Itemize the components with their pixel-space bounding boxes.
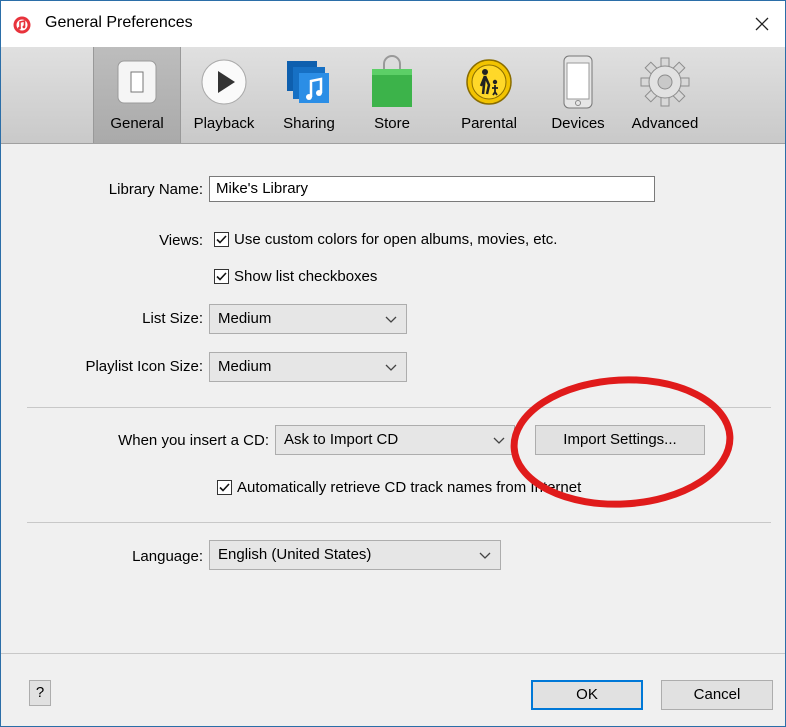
list-size-value: Medium: [218, 310, 272, 327]
list-checkboxes-label: Show list checkboxes: [234, 268, 378, 285]
auto-retrieve-checkbox[interactable]: [217, 480, 232, 495]
title-bar: General Preferences: [1, 1, 785, 47]
checkmark-icon: [216, 235, 227, 244]
close-button[interactable]: [739, 1, 785, 47]
custom-colors-option[interactable]: Use custom colors for open albums, movie…: [214, 231, 557, 248]
insert-cd-dropdown[interactable]: Ask to Import CD: [275, 425, 515, 455]
close-icon: [755, 17, 769, 31]
help-button[interactable]: ?: [29, 680, 51, 706]
dialog-footer: ? OK Cancel: [1, 653, 785, 726]
play-icon: [201, 55, 247, 109]
list-checkboxes-option[interactable]: Show list checkboxes: [214, 268, 377, 285]
chevron-down-icon: [479, 552, 491, 559]
language-value: English (United States): [218, 546, 372, 563]
custom-colors-label: Use custom colors for open albums, movie…: [234, 231, 558, 248]
playlist-icon-size-label: Playlist Icon Size:: [85, 358, 203, 375]
checkmark-icon: [219, 483, 230, 492]
tab-general[interactable]: General: [93, 47, 181, 143]
library-name-input[interactable]: Mike's Library: [209, 176, 655, 202]
parental-icon: [465, 55, 513, 109]
annotation-circle: [510, 376, 734, 508]
chevron-down-icon: [493, 437, 505, 444]
library-name-label: Library Name:: [108, 181, 203, 198]
insert-cd-label: When you insert a CD:: [118, 432, 269, 449]
phone-icon: [563, 55, 593, 109]
list-size-dropdown[interactable]: Medium: [209, 304, 407, 334]
tab-parental[interactable]: Parental: [447, 47, 531, 143]
gear-icon: [640, 55, 690, 109]
list-checkboxes-checkbox[interactable]: [214, 269, 229, 284]
music-note-icon: [285, 55, 333, 109]
language-label: Language:: [132, 548, 203, 565]
tab-sharing[interactable]: Sharing: [269, 47, 349, 143]
itunes-app-icon: [13, 16, 31, 34]
views-label: Views:: [159, 232, 203, 249]
insert-cd-value: Ask to Import CD: [284, 431, 399, 448]
chevron-down-icon: [385, 364, 397, 371]
custom-colors-checkbox[interactable]: [214, 232, 229, 247]
shopping-bag-icon: [370, 55, 414, 109]
ok-button[interactable]: OK: [531, 680, 643, 710]
cancel-button[interactable]: Cancel: [661, 680, 773, 710]
window-title: General Preferences: [45, 14, 193, 31]
checkmark-icon: [216, 272, 227, 281]
tab-store[interactable]: Store: [355, 47, 429, 143]
tab-playback[interactable]: Playback: [183, 47, 265, 143]
tab-advanced[interactable]: Advanced: [621, 47, 709, 143]
divider: [27, 522, 771, 523]
preferences-window: General Preferences General Playback Sha…: [0, 0, 786, 727]
list-size-label: List Size:: [142, 310, 203, 327]
playlist-icon-size-dropdown[interactable]: Medium: [209, 352, 407, 382]
playlist-icon-size-value: Medium: [218, 358, 272, 375]
language-dropdown[interactable]: English (United States): [209, 540, 501, 570]
tab-devices[interactable]: Devices: [543, 47, 613, 143]
chevron-down-icon: [385, 316, 397, 323]
general-switch-icon: [117, 55, 157, 109]
preferences-toolbar: General Playback Sharing Store Parental …: [1, 47, 785, 144]
